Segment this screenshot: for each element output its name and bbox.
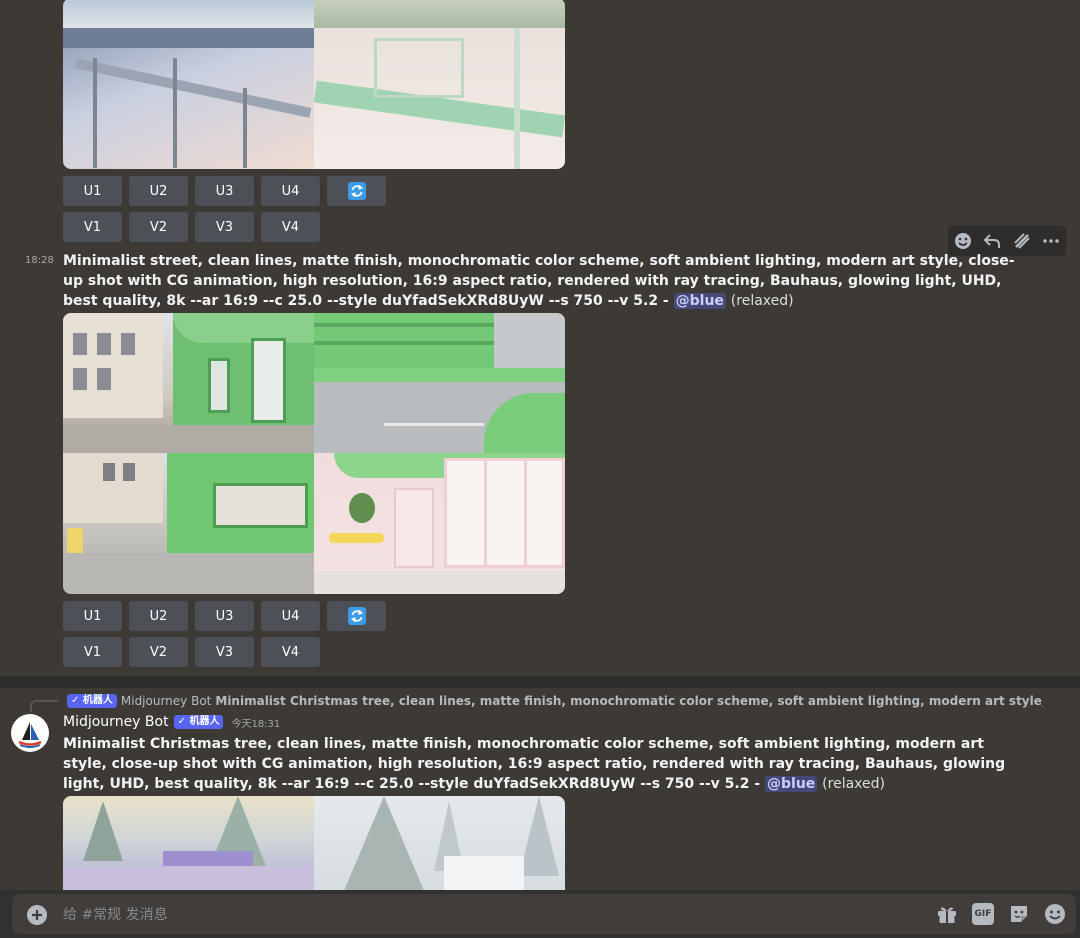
author-name[interactable]: Midjourney Bot [63, 714, 169, 730]
grid-image[interactable] [314, 313, 565, 453]
reply-author[interactable]: Midjourney Bot [121, 694, 212, 708]
image-grid-2[interactable] [63, 313, 565, 594]
reroll-button[interactable] [327, 601, 386, 631]
gif-label: GIF [974, 909, 992, 919]
grid-image[interactable] [314, 0, 565, 28]
user-mention[interactable]: @blue [673, 293, 726, 309]
grid-image[interactable] [63, 28, 314, 169]
grid-image[interactable] [314, 453, 565, 594]
create-thread-icon[interactable] [1012, 231, 1032, 251]
refresh-icon [347, 182, 366, 200]
image-grid-3[interactable] [63, 796, 565, 892]
composer-bar: 给 #常规 发消息 GIF [0, 890, 1080, 938]
job-status: (relaxed) [822, 776, 885, 792]
message-input-container[interactable]: 给 #常规 发消息 GIF [12, 894, 1076, 934]
variation-button-row: V1 V2 V3 V4 [63, 212, 320, 242]
upscale-2-button[interactable]: U2 [129, 176, 188, 206]
message-timestamp: 18:28 [25, 255, 54, 266]
upscale-1-button[interactable]: U1 [63, 601, 122, 631]
refresh-icon [347, 607, 366, 625]
gift-icon[interactable] [936, 903, 958, 925]
upscale-2-button[interactable]: U2 [129, 601, 188, 631]
grid-image[interactable] [63, 796, 314, 892]
grid-image[interactable] [314, 28, 565, 169]
upscale-button-row: U1 U2 U3 U4 [63, 601, 386, 631]
emoji-icon[interactable] [1044, 903, 1066, 925]
variation-3-button[interactable]: V3 [195, 212, 254, 242]
midjourney-logo-icon [18, 722, 42, 748]
message-header: Midjourney Bot ✓ 机器人 今天18:31 [63, 714, 280, 730]
job-status: (relaxed) [730, 293, 794, 309]
add-attachment-icon[interactable] [26, 904, 48, 926]
upscale-4-button[interactable]: U4 [261, 176, 320, 206]
message-content: Minimalist street, clean lines, matte fi… [63, 251, 1023, 311]
message-divider [0, 676, 1080, 688]
variation-4-button[interactable]: V4 [261, 637, 320, 667]
image-grid-1[interactable] [63, 0, 565, 169]
variation-3-button[interactable]: V3 [195, 637, 254, 667]
upscale-3-button[interactable]: U3 [195, 601, 254, 631]
reroll-button[interactable] [327, 176, 386, 206]
upscale-3-button[interactable]: U3 [195, 176, 254, 206]
sticker-icon[interactable] [1008, 903, 1030, 925]
message-timestamp: 今天18:31 [231, 718, 281, 730]
grid-image[interactable] [63, 0, 314, 28]
variation-2-button[interactable]: V2 [129, 212, 188, 242]
variation-2-button[interactable]: V2 [129, 637, 188, 667]
avatar[interactable] [11, 714, 49, 752]
grid-image[interactable] [63, 313, 314, 453]
more-icon[interactable] [1041, 231, 1061, 251]
grid-image[interactable] [314, 796, 565, 892]
variation-button-row: V1 V2 V3 V4 [63, 637, 320, 667]
reply-reference[interactable]: ✓ 机器人 Midjourney Bot Minimalist Christma… [63, 693, 1043, 709]
add-reaction-icon[interactable] [953, 231, 973, 251]
variation-1-button[interactable]: V1 [63, 637, 122, 667]
user-mention[interactable]: @blue [765, 776, 818, 792]
message-input[interactable]: 给 #常规 发消息 [63, 904, 168, 924]
message-content: Minimalist Christmas tree, clean lines, … [63, 734, 1023, 794]
upscale-1-button[interactable]: U1 [63, 176, 122, 206]
reply-icon[interactable] [982, 231, 1002, 251]
upscale-button-row: U1 U2 U3 U4 [63, 176, 386, 206]
bot-badge: ✓ 机器人 [173, 715, 224, 729]
reply-connector [30, 700, 58, 712]
prompt-text: Minimalist street, clean lines, matte fi… [63, 253, 1015, 309]
variation-4-button[interactable]: V4 [261, 212, 320, 242]
reply-preview: Minimalist Christmas tree, clean lines, … [215, 694, 1043, 708]
upscale-4-button[interactable]: U4 [261, 601, 320, 631]
grid-image[interactable] [63, 453, 314, 594]
bot-badge: ✓ 机器人 [67, 694, 117, 708]
variation-1-button[interactable]: V1 [63, 212, 122, 242]
gif-picker-button[interactable]: GIF [972, 903, 994, 925]
